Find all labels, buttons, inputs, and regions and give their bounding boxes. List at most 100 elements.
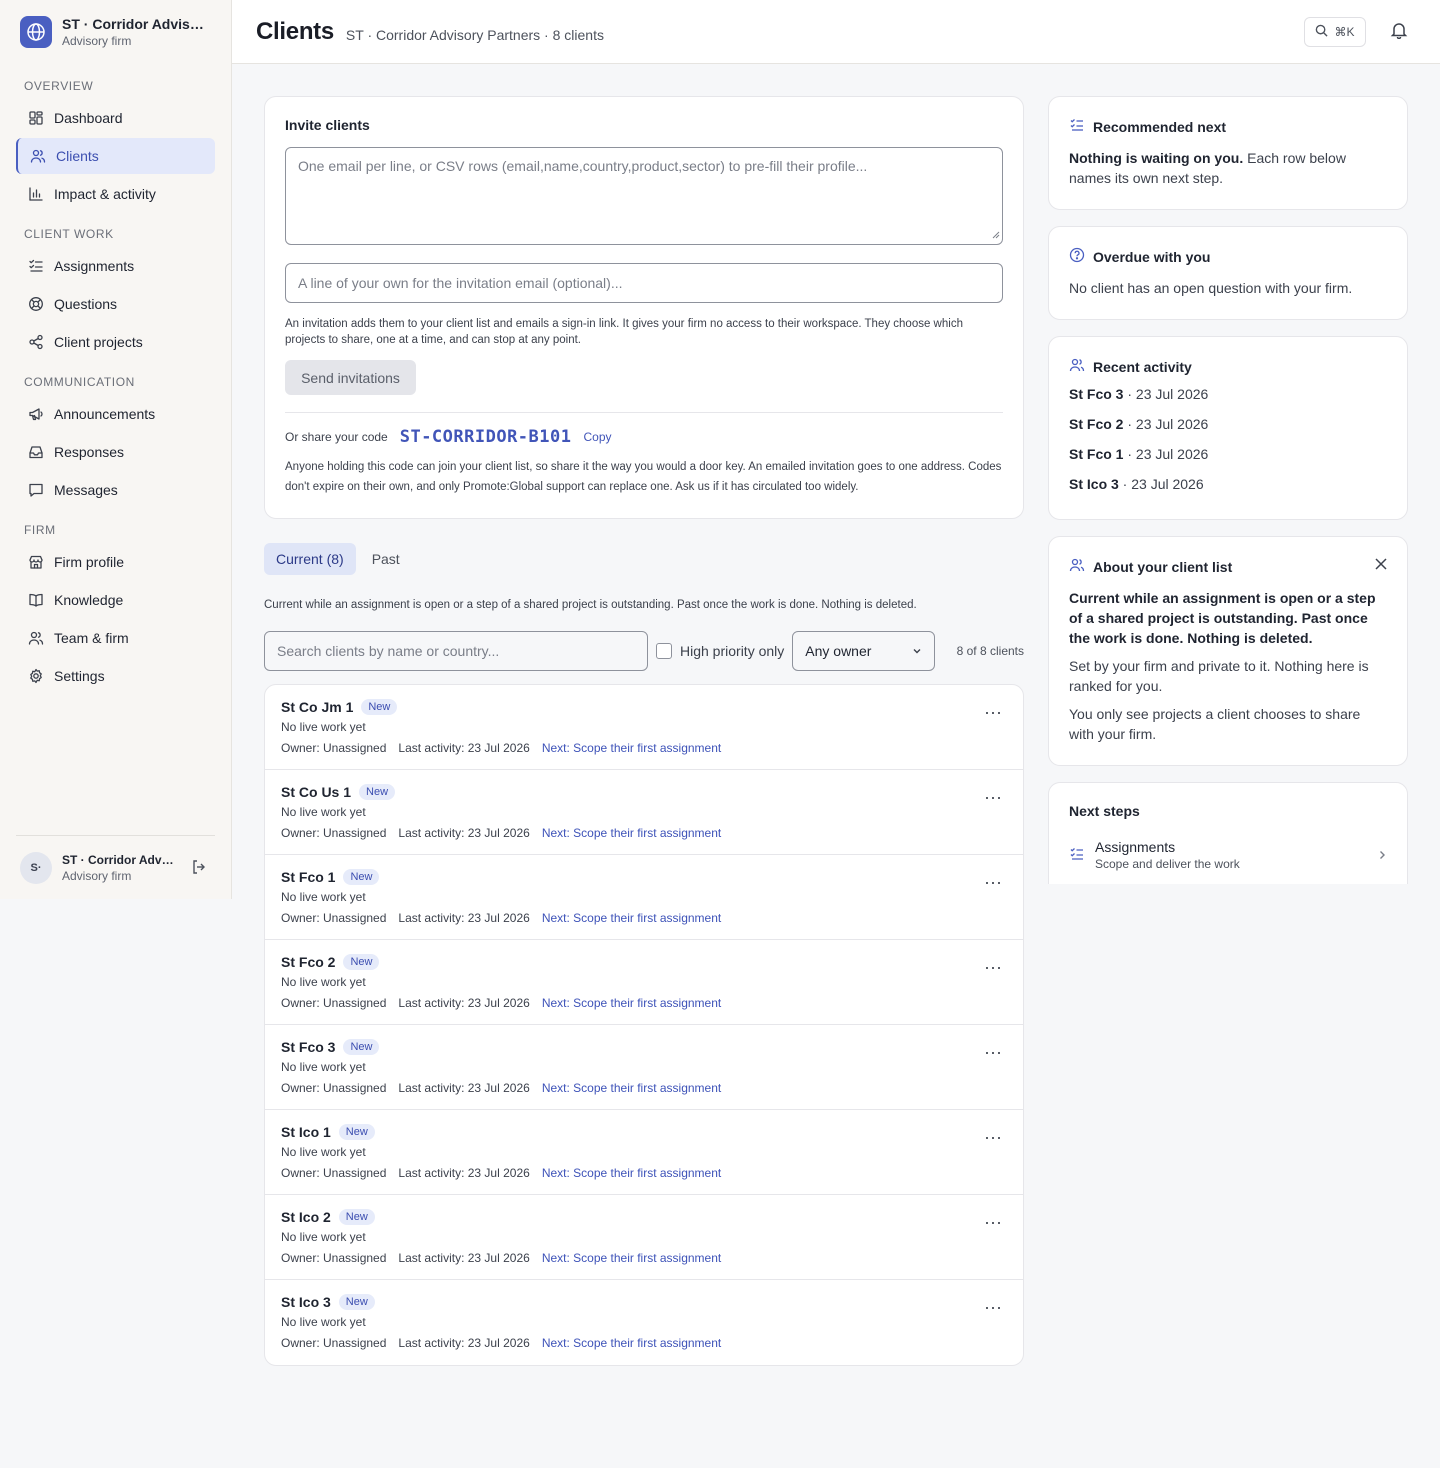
sidebar-item-firm-profile[interactable]: Firm profile [16,544,215,580]
client-name[interactable]: St Ico 3 [281,1294,331,1310]
client-status: No live work yet [281,1060,366,1074]
next-step-sub: Scope and deliver the work [1095,857,1240,871]
client-next-step-link[interactable]: Next: Scope their first assignment [542,996,721,1010]
client-next-step-link[interactable]: Next: Scope their first assignment [542,741,721,755]
avatar[interactable]: S· [20,852,52,884]
sidebar-item-announcements[interactable]: Announcements [16,396,215,432]
sidebar-item-assignments[interactable]: Assignments [16,248,215,284]
owner-select[interactable]: Any owner [792,631,936,671]
tab-current[interactable]: Current (8) [264,543,356,575]
filter-row: Search clients by name or country... Hig… [264,631,1024,671]
activity-item[interactable]: St Fco 3 · 23 Jul 2026 [1069,386,1387,406]
more-options-icon[interactable]: ⋯ [984,703,1003,724]
sidebar-item-label: Dashboard [54,110,123,126]
client-name-line: St Ico 3 New [281,1294,1007,1310]
sidebar-item-questions[interactable]: Questions [16,286,215,322]
sidebar-item-label: Responses [54,444,125,460]
client-name[interactable]: St Co Us 1 [281,784,351,800]
brand[interactable]: ST · Corridor Advisory... Advisory firm [0,0,231,64]
status-badge: New [343,869,380,885]
client-row[interactable]: St Co Jm 1 New No live work yet Owner: U… [265,685,1023,770]
team-icon [28,630,44,646]
command-search-button[interactable]: ⌘K [1304,16,1366,47]
activity-item[interactable]: St Fco 2 · 23 Jul 2026 [1069,416,1387,436]
client-name-line: St Co Jm 1 New [281,699,1007,715]
more-options-icon[interactable]: ⋯ [984,873,1003,894]
client-search-input[interactable]: Search clients by name or country... [264,631,648,671]
client-last-activity: Last activity: 23 Jul 2026 [398,1166,530,1180]
client-owner: Owner: Unassigned [281,1336,387,1350]
client-next-step-link[interactable]: Next: Scope their first assignment [542,1081,721,1095]
more-options-icon[interactable]: ⋯ [984,1128,1003,1149]
more-options-icon[interactable]: ⋯ [984,1298,1003,1319]
client-next-step-link[interactable]: Next: Scope their first assignment [542,826,721,840]
sidebar-item-label: Questions [54,296,118,312]
invite-note-placeholder: A line of your own for the invitation em… [298,275,623,291]
sidebar-item-responses[interactable]: Responses [16,434,215,470]
client-last-activity: Last activity: 23 Jul 2026 [398,996,530,1010]
sidebar-item-team-firm[interactable]: Team & firm [16,620,215,656]
tab-past[interactable]: Past [360,543,412,575]
status-badge: New [338,1124,375,1140]
more-options-icon[interactable]: ⋯ [984,1043,1003,1064]
more-options-icon[interactable]: ⋯ [984,1213,1003,1234]
client-row[interactable]: St Ico 3 New No live work yet Owner: Una… [265,1280,1023,1365]
client-next-step-link[interactable]: Next: Scope their first assignment [542,911,721,925]
sidebar-item-label: Firm profile [54,554,125,570]
client-row[interactable]: St Ico 2 New No live work yet Owner: Una… [265,1195,1023,1280]
more-options-icon[interactable]: ⋯ [984,788,1003,809]
bell-icon[interactable] [1390,21,1408,42]
invite-note-input[interactable]: A line of your own for the invitation em… [285,263,1003,303]
sidebar-item-settings[interactable]: Settings [16,658,215,694]
account-name: ST · Corridor Advis... [62,853,174,867]
sidebar-item-impact-activity[interactable]: Impact & activity [16,176,215,212]
high-priority-filter[interactable]: High priority only [656,643,784,659]
client-count: 8 of 8 clients [956,644,1024,658]
logout-icon[interactable] [191,859,207,878]
about-bold: Current while an assignment is open or a… [1069,590,1376,646]
lifebuoy-icon [28,296,44,312]
client-last-activity: Last activity: 23 Jul 2026 [398,826,530,840]
client-row[interactable]: St Fco 1 New No live work yet Owner: Una… [265,855,1023,940]
close-icon[interactable] [1375,557,1387,573]
client-next-step-link[interactable]: Next: Scope their first assignment [542,1251,721,1265]
status-badge: New [359,784,396,800]
client-name[interactable]: St Fco 3 [281,1039,335,1055]
client-row[interactable]: St Ico 1 New No live work yet Owner: Una… [265,1110,1023,1195]
send-invitations-button[interactable]: Send invitations [285,360,416,395]
client-name[interactable]: St Fco 2 [281,954,335,970]
next-steps-card: Next steps Assignments Scope and deliver… [1048,782,1408,884]
client-next-step-link[interactable]: Next: Scope their first assignment [542,1336,721,1350]
activity-item[interactable]: St Fco 1 · 23 Jul 2026 [1069,446,1387,466]
client-name[interactable]: St Fco 1 [281,869,335,885]
recent-activity-card: Recent activity St Fco 3 · 23 Jul 2026 St… [1048,336,1408,520]
client-status: No live work yet [281,1315,366,1329]
client-row[interactable]: St Co Us 1 New No live work yet Owner: U… [265,770,1023,855]
activity-list: St Fco 3 · 23 Jul 2026 St Fco 2 · 23 Jul … [1069,386,1387,496]
resize-grip-icon[interactable] [992,226,1000,242]
client-row[interactable]: St Fco 3 New No live work yet Owner: Una… [265,1025,1023,1110]
invite-emails-textarea[interactable]: One email per line, or CSV rows (email,n… [285,147,1003,245]
client-name[interactable]: St Ico 1 [281,1124,331,1140]
client-row[interactable]: St Fco 2 New No live work yet Owner: Una… [265,940,1023,1025]
client-owner: Owner: Unassigned [281,1251,387,1265]
activity-title: Recent activity [1093,358,1192,375]
account-subtitle: Advisory firm [62,869,132,883]
sidebar-item-client-projects[interactable]: Client projects [16,324,215,360]
copy-code-button[interactable]: Copy [583,430,611,444]
more-options-icon[interactable]: ⋯ [984,958,1003,979]
client-next-step-link[interactable]: Next: Scope their first assignment [542,1166,721,1180]
next-step-assignments[interactable]: Assignments Scope and deliver the work [1069,839,1387,871]
sidebar-item-knowledge[interactable]: Knowledge [16,582,215,618]
sidebar-item-dashboard[interactable]: Dashboard [16,100,215,136]
client-name[interactable]: St Ico 2 [281,1209,331,1225]
recommended-next-card: Recommended next Nothing is waiting on y… [1048,96,1408,210]
share-code-label: Or share your code [285,430,388,444]
sidebar-item-clients[interactable]: Clients [16,138,215,174]
high-priority-checkbox[interactable] [656,643,672,659]
brand-name: ST · Corridor Advisory... [62,16,212,32]
activity-item[interactable]: St Ico 3 · 23 Jul 2026 [1069,476,1387,496]
activity-date: · 23 Jul 2026 [1123,446,1209,462]
client-name[interactable]: St Co Jm 1 [281,699,353,715]
sidebar-item-messages[interactable]: Messages [16,472,215,508]
